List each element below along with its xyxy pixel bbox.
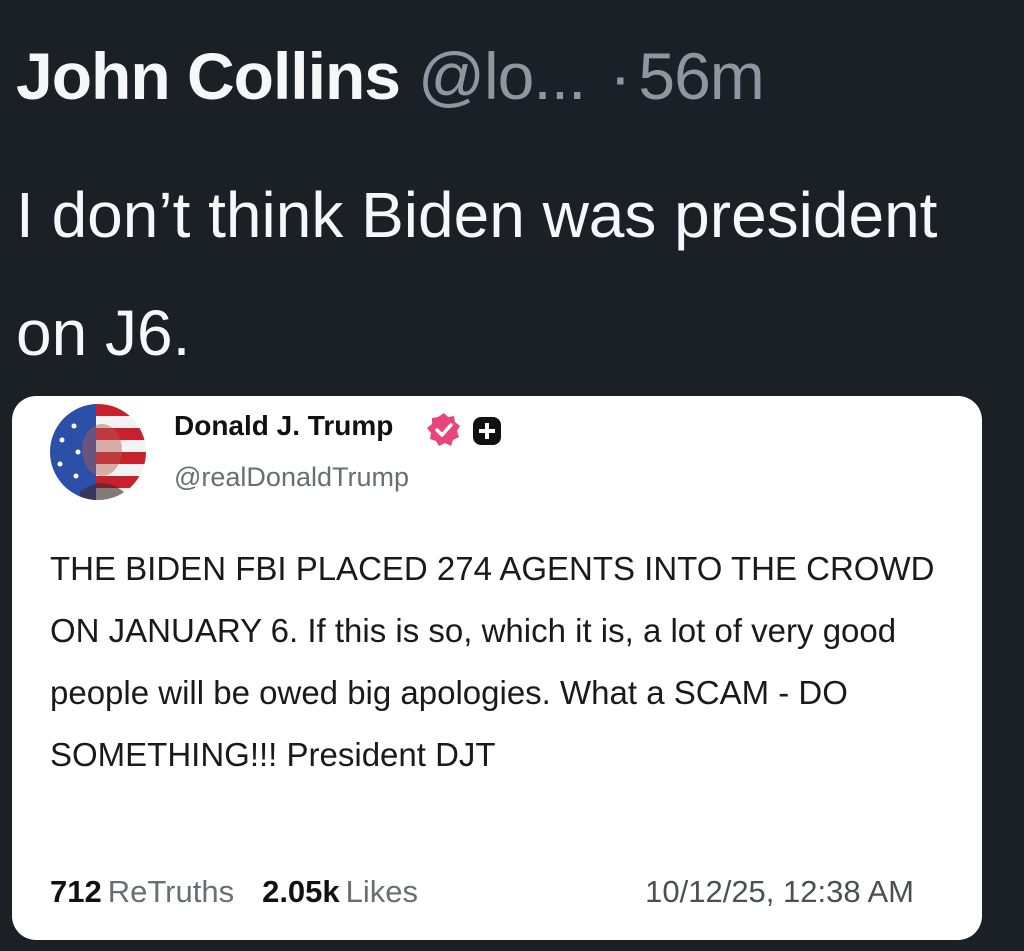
retruths-label: ReTruths: [107, 874, 235, 909]
likes-label: Likes: [345, 874, 419, 909]
tweet-text: I don’t think Biden was president on J6.: [16, 179, 938, 369]
verified-badge-icon: [427, 413, 460, 446]
author-handle[interactable]: @lo...: [418, 39, 586, 113]
plus-badge-icon: [473, 417, 501, 445]
retruths-count: 712: [50, 874, 102, 909]
quoted-post-stats: 712 ReTruths 2.05k Likes 10/12/25, 12:38 AM: [50, 874, 950, 910]
quoted-post-timestamp[interactable]: 10/12/25, 12:38 AM: [645, 874, 914, 910]
quoted-post-card[interactable]: Donald J. Trump @realDonaldTrump THE BID…: [12, 396, 982, 940]
likes-stat[interactable]: 2.05k Likes: [262, 874, 418, 909]
tweet-header: John Collins @lo... · 56m: [16, 36, 765, 116]
avatar[interactable]: [50, 404, 146, 500]
likes-count: 2.05k: [262, 874, 340, 909]
quoted-author-handle[interactable]: @realDonaldTrump: [174, 462, 409, 493]
quoted-author-name[interactable]: Donald J. Trump: [174, 410, 393, 442]
quoted-post-text: THE BIDEN FBI PLACED 274 AGENTS INTO THE…: [50, 550, 935, 773]
tweet: John Collins @lo... · 56m I don’t think Bid…: [0, 0, 1024, 951]
post-time[interactable]: 56m: [638, 39, 764, 113]
avatar-image: [50, 404, 146, 500]
retruths-stat[interactable]: 712 ReTruths: [50, 874, 234, 909]
separator-dot: ·: [609, 39, 631, 113]
author-name[interactable]: John Collins: [16, 39, 401, 113]
